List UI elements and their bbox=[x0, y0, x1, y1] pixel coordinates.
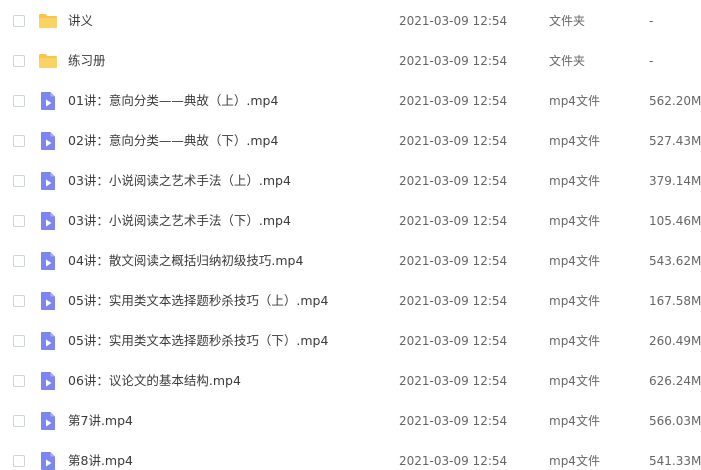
row-checkbox[interactable] bbox=[13, 375, 25, 387]
row-checkbox[interactable] bbox=[13, 415, 25, 427]
file-name[interactable]: 练习册 bbox=[68, 53, 106, 69]
file-list: 讲义 2021-03-09 12:54 文件夹 - 练习册 2021-03-09… bbox=[0, 2, 701, 470]
folder-icon bbox=[38, 11, 58, 31]
folder-icon bbox=[38, 51, 58, 71]
file-row[interactable]: 05讲：实用类文本选择题秒杀技巧（下）.mp4 2021-03-09 12:54… bbox=[0, 322, 701, 362]
file-size: - bbox=[649, 14, 654, 28]
file-name[interactable]: 第8讲.mp4 bbox=[68, 453, 133, 469]
file-type: 文件夹 bbox=[549, 54, 586, 68]
file-date: 2021-03-09 12:54 bbox=[399, 174, 508, 188]
file-name[interactable]: 第7讲.mp4 bbox=[68, 413, 133, 429]
file-date: 2021-03-09 12:54 bbox=[399, 294, 508, 308]
file-date: 2021-03-09 12:54 bbox=[399, 414, 508, 428]
file-size: 566.03M bbox=[649, 414, 701, 428]
video-file-icon bbox=[38, 371, 58, 391]
video-file-icon bbox=[38, 171, 58, 191]
file-row[interactable]: 01讲：意向分类——典故（上）.mp4 2021-03-09 12:54 mp4… bbox=[0, 82, 701, 122]
video-file-icon bbox=[38, 291, 58, 311]
file-type: mp4文件 bbox=[549, 254, 600, 268]
file-date: 2021-03-09 12:54 bbox=[399, 254, 508, 268]
file-type: mp4文件 bbox=[549, 174, 600, 188]
file-date: 2021-03-09 12:54 bbox=[399, 214, 508, 228]
file-date: 2021-03-09 12:54 bbox=[399, 134, 508, 148]
file-row[interactable]: 05讲：实用类文本选择题秒杀技巧（上）.mp4 2021-03-09 12:54… bbox=[0, 282, 701, 322]
file-row[interactable]: 03讲：小说阅读之艺术手法（上）.mp4 2021-03-09 12:54 mp… bbox=[0, 162, 701, 202]
file-name[interactable]: 05讲：实用类文本选择题秒杀技巧（上）.mp4 bbox=[68, 293, 328, 309]
file-name[interactable]: 03讲：小说阅读之艺术手法（上）.mp4 bbox=[68, 173, 291, 189]
file-row[interactable]: 02讲：意向分类——典故（下）.mp4 2021-03-09 12:54 mp4… bbox=[0, 122, 701, 162]
row-checkbox[interactable] bbox=[13, 455, 25, 467]
file-size: 167.58M bbox=[649, 294, 701, 308]
file-size: 260.49M bbox=[649, 334, 701, 348]
file-name[interactable]: 02讲：意向分类——典故（下）.mp4 bbox=[68, 133, 278, 149]
file-size: - bbox=[649, 54, 654, 68]
video-file-icon bbox=[38, 331, 58, 351]
row-checkbox[interactable] bbox=[13, 215, 25, 227]
file-name[interactable]: 06讲：议论文的基本结构.mp4 bbox=[68, 373, 241, 389]
row-checkbox[interactable] bbox=[13, 175, 25, 187]
file-date: 2021-03-09 12:54 bbox=[399, 454, 508, 468]
video-file-icon bbox=[38, 451, 58, 470]
video-file-icon bbox=[38, 131, 58, 151]
file-row[interactable]: 讲义 2021-03-09 12:54 文件夹 - bbox=[0, 2, 701, 42]
file-size: 527.43M bbox=[649, 134, 701, 148]
row-checkbox[interactable] bbox=[13, 335, 25, 347]
row-checkbox[interactable] bbox=[13, 255, 25, 267]
file-row[interactable]: 06讲：议论文的基本结构.mp4 2021-03-09 12:54 mp4文件 … bbox=[0, 362, 701, 402]
file-name[interactable]: 04讲：散文阅读之概括归纳初级技巧.mp4 bbox=[68, 253, 303, 269]
file-size: 379.14M bbox=[649, 174, 701, 188]
video-file-icon bbox=[38, 91, 58, 111]
file-row[interactable]: 练习册 2021-03-09 12:54 文件夹 - bbox=[0, 42, 701, 82]
file-date: 2021-03-09 12:54 bbox=[399, 54, 508, 68]
file-row[interactable]: 03讲：小说阅读之艺术手法（下）.mp4 2021-03-09 12:54 mp… bbox=[0, 202, 701, 242]
row-checkbox[interactable] bbox=[13, 95, 25, 107]
file-size: 541.33M bbox=[649, 454, 701, 468]
file-type: mp4文件 bbox=[549, 94, 600, 108]
file-type: mp4文件 bbox=[549, 374, 600, 388]
file-type: 文件夹 bbox=[549, 14, 586, 28]
file-size: 105.46M bbox=[649, 214, 701, 228]
row-checkbox[interactable] bbox=[13, 15, 25, 27]
file-type: mp4文件 bbox=[549, 294, 600, 308]
file-row[interactable]: 第8讲.mp4 2021-03-09 12:54 mp4文件 541.33M bbox=[0, 442, 701, 470]
file-type: mp4文件 bbox=[549, 414, 600, 428]
file-row[interactable]: 第7讲.mp4 2021-03-09 12:54 mp4文件 566.03M bbox=[0, 402, 701, 442]
file-type: mp4文件 bbox=[549, 334, 600, 348]
file-type: mp4文件 bbox=[549, 454, 600, 468]
file-name[interactable]: 03讲：小说阅读之艺术手法（下）.mp4 bbox=[68, 213, 291, 229]
file-name[interactable]: 讲义 bbox=[68, 13, 93, 29]
row-checkbox[interactable] bbox=[13, 55, 25, 67]
file-name[interactable]: 01讲：意向分类——典故（上）.mp4 bbox=[68, 93, 278, 109]
file-date: 2021-03-09 12:54 bbox=[399, 94, 508, 108]
file-size: 543.62M bbox=[649, 254, 701, 268]
file-date: 2021-03-09 12:54 bbox=[399, 14, 508, 28]
file-row[interactable]: 04讲：散文阅读之概括归纳初级技巧.mp4 2021-03-09 12:54 m… bbox=[0, 242, 701, 282]
file-size: 626.24M bbox=[649, 374, 701, 388]
video-file-icon bbox=[38, 211, 58, 231]
file-date: 2021-03-09 12:54 bbox=[399, 334, 508, 348]
video-file-icon bbox=[38, 251, 58, 271]
row-checkbox[interactable] bbox=[13, 295, 25, 307]
file-size: 562.20M bbox=[649, 94, 701, 108]
row-checkbox[interactable] bbox=[13, 135, 25, 147]
file-type: mp4文件 bbox=[549, 134, 600, 148]
file-name[interactable]: 05讲：实用类文本选择题秒杀技巧（下）.mp4 bbox=[68, 333, 328, 349]
file-date: 2021-03-09 12:54 bbox=[399, 374, 508, 388]
video-file-icon bbox=[38, 411, 58, 431]
file-type: mp4文件 bbox=[549, 214, 600, 228]
